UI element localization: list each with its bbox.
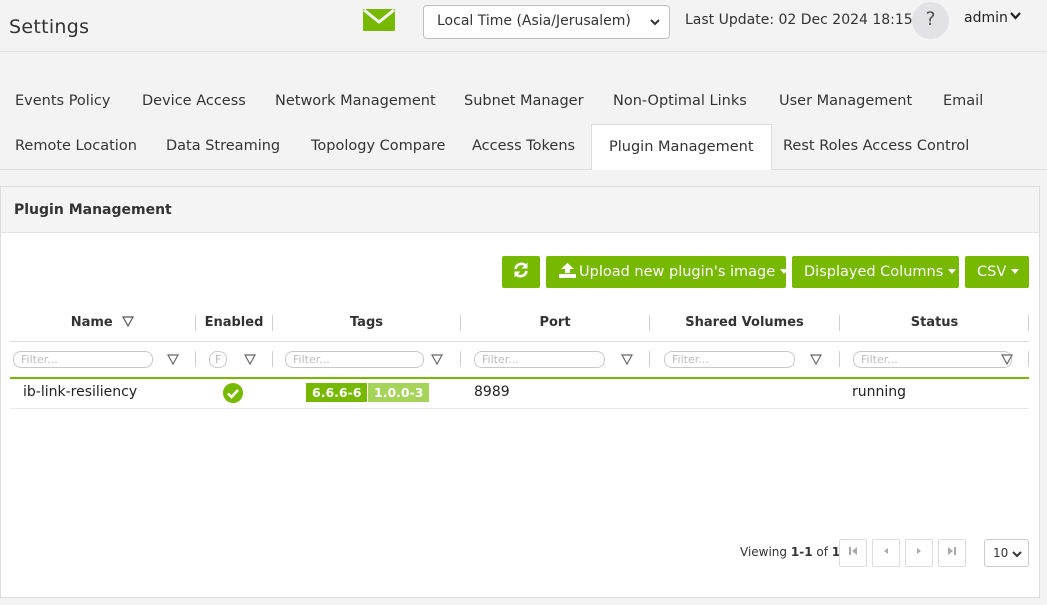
last-update-text: Last Update: 02 Dec 2024 18:15 [685, 12, 913, 28]
tab-email[interactable]: Email [943, 79, 983, 123]
first-page-icon [849, 547, 857, 555]
row-divider [10, 408, 1029, 409]
column-separator [272, 351, 273, 367]
tab-rest-roles-access-control[interactable]: Rest Roles Access Control [783, 124, 969, 168]
column-header-port[interactable]: Port [461, 315, 649, 330]
tab-user-management[interactable]: User Management [779, 79, 912, 123]
column-header-status[interactable]: Status [840, 315, 1029, 330]
csv-button[interactable]: CSV [965, 256, 1029, 288]
pager-viewing-text: Viewing 1-1 of 1 [740, 545, 840, 559]
column-header-shared-volumes[interactable]: Shared Volumes [650, 315, 839, 330]
column-header-tags[interactable]: Tags [273, 315, 460, 330]
panel-title: Plugin Management [1, 187, 1039, 233]
tabs-underline [0, 169, 1047, 170]
timezone-select[interactable]: Local Time (Asia/Jerusalem) [423, 5, 670, 39]
refresh-button[interactable] [502, 256, 540, 288]
tab-topology-compare[interactable]: Topology Compare [311, 124, 445, 168]
column-header-name[interactable]: Name [10, 315, 195, 330]
filter-input-status[interactable]: Filter... [853, 351, 1012, 368]
user-menu[interactable]: admin [964, 10, 1021, 26]
csv-label: CSV [977, 264, 1007, 280]
chevron-down-icon [650, 19, 660, 26]
timezone-select-value: Local Time (Asia/Jerusalem) [437, 13, 631, 29]
refresh-icon [514, 262, 528, 278]
tag-badge: 1.0.0-3 [368, 383, 430, 402]
filter-input-enabled[interactable]: F [209, 351, 227, 368]
pager-prefix: Viewing [740, 545, 791, 559]
pager-range: 1-1 [790, 545, 813, 559]
last-page-button[interactable] [938, 539, 966, 567]
tab-network-management[interactable]: Network Management [275, 79, 436, 123]
tab-events-policy[interactable]: Events Policy [15, 79, 110, 123]
tab-non-optimal-links[interactable]: Non-Optimal Links [613, 79, 747, 123]
pager-of: of [812, 545, 832, 559]
column-separator [839, 351, 840, 367]
page-title: Settings [9, 16, 90, 38]
tab-access-tokens[interactable]: Access Tokens [472, 124, 575, 168]
chevron-down-icon [1012, 551, 1022, 558]
table-row-status: running [852, 384, 907, 400]
help-icon[interactable]: ? [912, 2, 949, 39]
filter-input-tags[interactable]: Filter... [285, 351, 424, 368]
column-separator[interactable] [1028, 315, 1029, 331]
filter-icon[interactable] [621, 353, 633, 365]
page-size-select[interactable]: 10 [984, 539, 1029, 567]
filter-input-shared-volumes[interactable]: Filter... [664, 351, 795, 368]
chevron-down-icon [1010, 12, 1021, 20]
caret-down-icon [1011, 269, 1020, 274]
displayed-columns-label: Displayed Columns [804, 264, 944, 280]
filter-icon[interactable] [244, 353, 256, 365]
upload-plugin-image-button[interactable]: Upload new plugin's image [546, 256, 789, 288]
sort-filter-icon [122, 316, 135, 328]
table-row-name[interactable]: ib-link-resiliency [23, 384, 137, 400]
page-size-value: 10 [993, 546, 1009, 560]
user-name: admin [964, 10, 1008, 26]
column-header-enabled[interactable]: Enabled [196, 315, 272, 330]
top-header: Settings Local Time (Asia/Jerusalem) Las… [0, 0, 1047, 52]
tab-remote-location[interactable]: Remote Location [15, 124, 137, 168]
filter-icon[interactable] [431, 353, 443, 365]
header-divider [10, 341, 1029, 342]
upload-icon [559, 263, 576, 278]
displayed-columns-button[interactable]: Displayed Columns [792, 256, 959, 288]
filter-icon[interactable] [810, 353, 822, 365]
caret-down-icon [780, 269, 789, 274]
last-page-icon [948, 547, 956, 555]
next-page-icon [917, 548, 921, 554]
enabled-check-icon [223, 383, 243, 403]
column-separator [649, 351, 650, 367]
caret-down-icon [948, 269, 957, 274]
column-separator [195, 351, 196, 367]
filter-input-name[interactable]: Filter... [13, 351, 153, 368]
tab-device-access[interactable]: Device Access [142, 79, 246, 123]
tab-plugin-management[interactable]: Plugin Management [591, 124, 772, 170]
tag-badge: 6.6.6-6 [306, 383, 368, 402]
first-page-button[interactable] [839, 539, 867, 567]
selected-row-indicator [10, 377, 1029, 379]
mail-icon[interactable] [363, 9, 395, 31]
prev-page-button[interactable] [872, 539, 900, 567]
plugin-management-panel: Plugin Management Upload new plugin's im… [0, 186, 1040, 598]
next-page-button[interactable] [905, 539, 933, 567]
column-separator [1028, 351, 1029, 367]
tab-subnet-manager[interactable]: Subnet Manager [464, 79, 584, 123]
filter-input-port[interactable]: Filter... [474, 351, 605, 368]
column-header-name-label: Name [70, 315, 113, 330]
table-row-port: 8989 [474, 384, 510, 400]
filter-icon[interactable] [1001, 353, 1013, 365]
column-separator [460, 351, 461, 367]
tab-data-streaming[interactable]: Data Streaming [166, 124, 280, 168]
prev-page-icon [884, 548, 888, 554]
upload-plugin-image-label: Upload new plugin's image [579, 264, 776, 280]
filter-icon[interactable] [167, 353, 179, 365]
